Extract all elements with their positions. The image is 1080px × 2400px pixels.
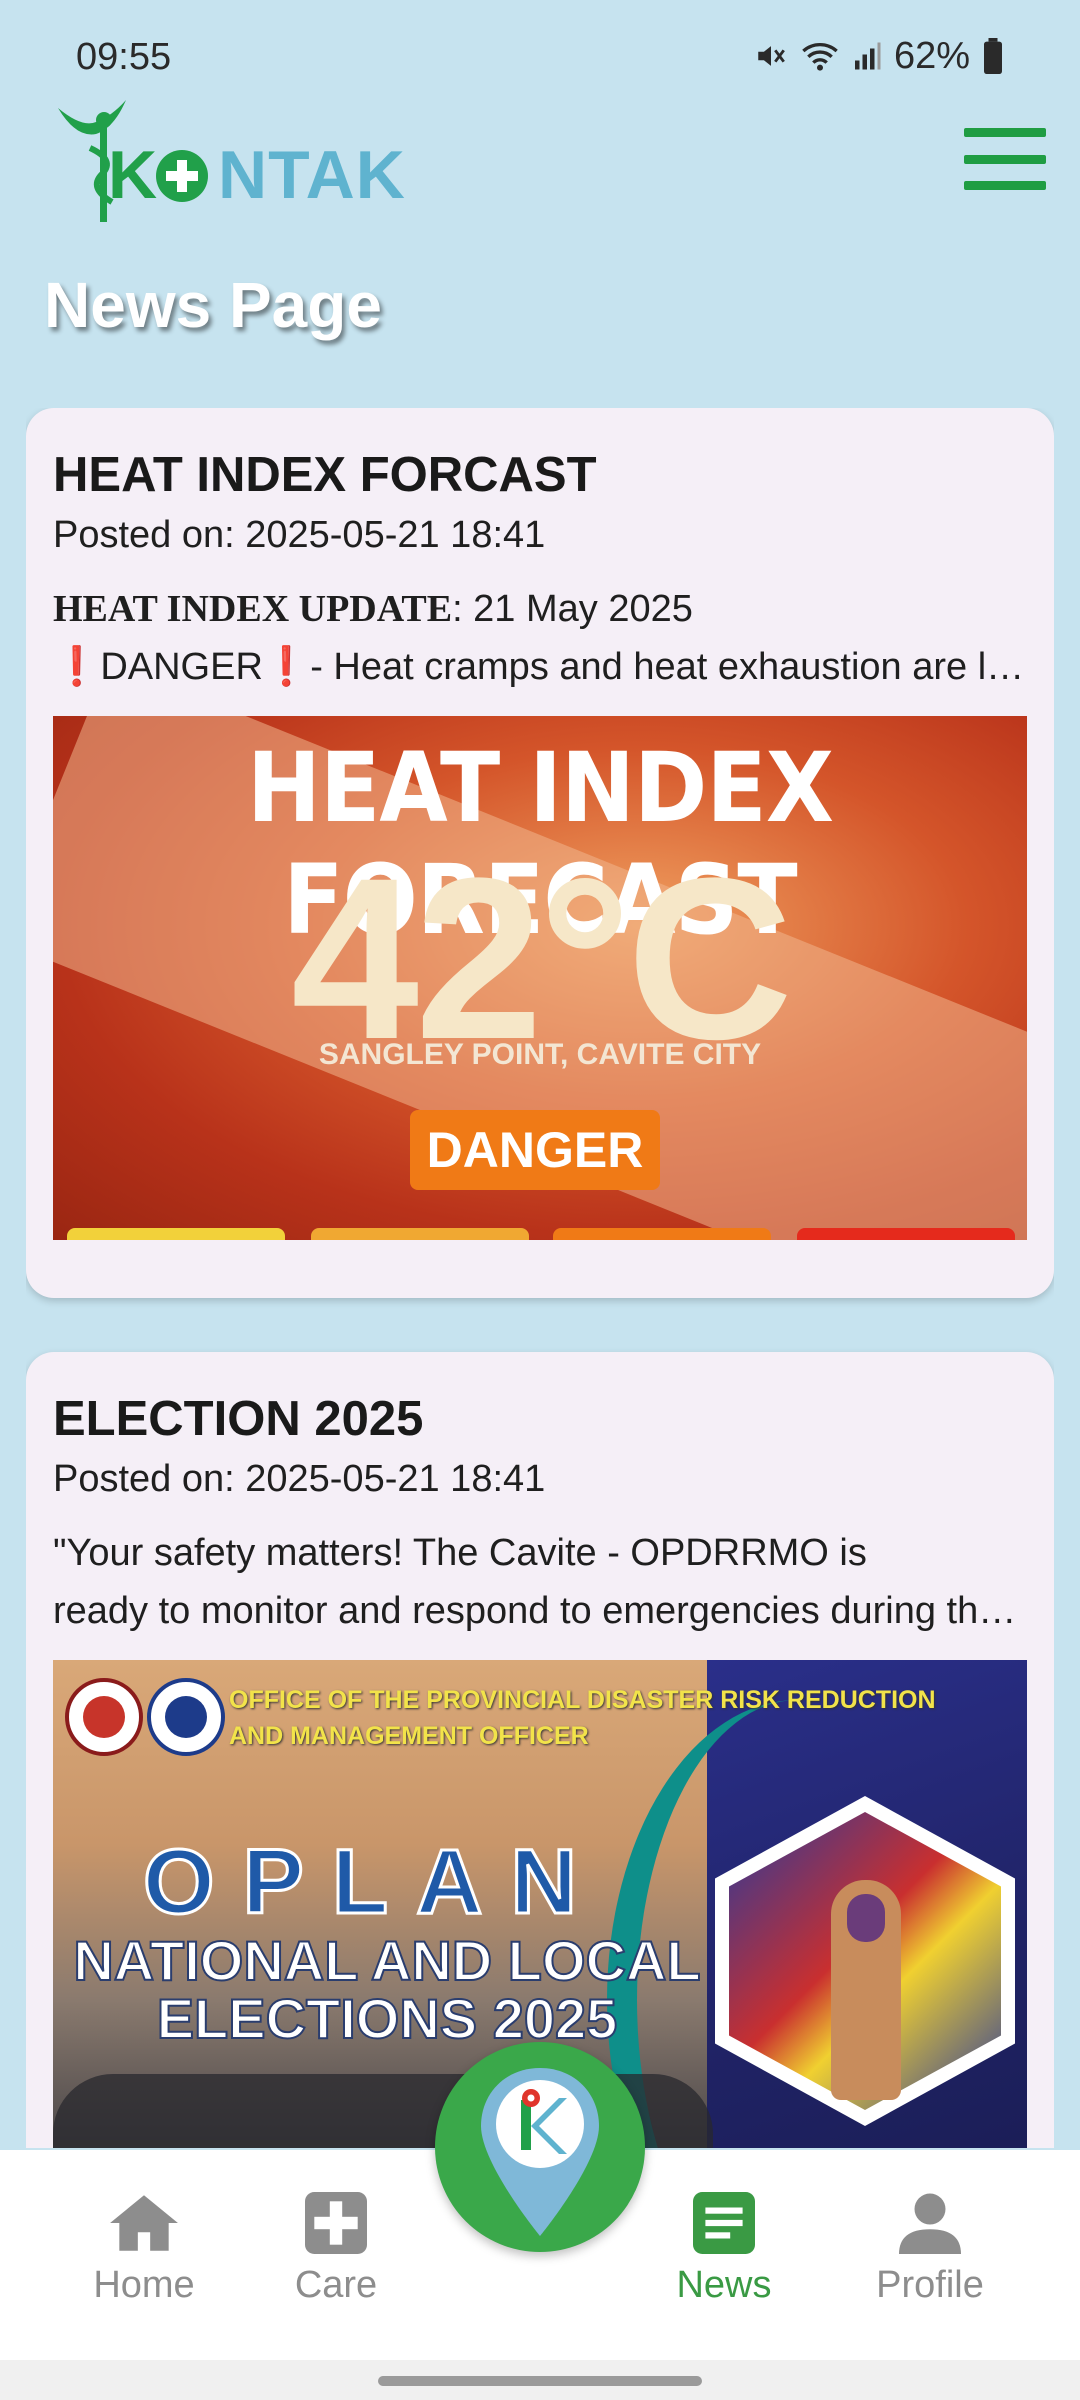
news-excerpt-line: HEAT INDEX UPDATE: 21 May 2025 xyxy=(53,580,1029,638)
status-time: 09:55 xyxy=(76,36,172,78)
image-danger-badge: DANGER xyxy=(410,1110,660,1190)
nav-care[interactable]: Care xyxy=(246,2192,426,2307)
news-excerpt: "Your safety matters! The Cavite - OPDRR… xyxy=(53,1524,1029,1640)
profile-icon xyxy=(899,2193,961,2254)
mute-icon xyxy=(754,39,788,73)
heat-scale-segment xyxy=(311,1228,529,1240)
ink-mark xyxy=(847,1894,885,1942)
hamburger-icon-line xyxy=(964,181,1046,190)
news-icon xyxy=(693,2192,755,2254)
news-card[interactable]: ELECTION 2025 Posted on: 2025-05-21 18:4… xyxy=(26,1352,1054,2148)
nav-label: Profile xyxy=(876,2264,984,2306)
news-excerpt-line: "Your safety matters! The Cavite - OPDRR… xyxy=(53,1532,867,1574)
news-excerpt-strong: HEAT INDEX UPDATE xyxy=(53,588,453,630)
battery-percent: 62% xyxy=(893,34,970,77)
location-pin-logo-icon xyxy=(481,2068,599,2236)
location-fab-button[interactable] xyxy=(435,2042,645,2252)
news-date: Posted on: 2025-05-21 18:41 xyxy=(53,514,546,556)
province-seal-icon xyxy=(65,1678,143,1756)
logo-text: NTAK xyxy=(218,137,406,213)
image-event-line: NATIONAL AND LOCAL xyxy=(72,1929,701,1992)
image-office-line: AND MANAGEMENT OFFICER xyxy=(229,1722,589,1750)
news-date: Posted on: 2025-05-21 18:41 xyxy=(53,1458,546,1500)
gesture-bar-area xyxy=(0,2360,1080,2400)
nav-label: News xyxy=(676,2264,772,2306)
image-office-text: OFFICE OF THE PROVINCIAL DISASTER RISK R… xyxy=(229,1682,936,1754)
heat-scale-segment xyxy=(67,1228,285,1240)
hamburger-icon-line xyxy=(964,154,1046,164)
image-event-line: ELECTIONS 2025 xyxy=(156,1987,619,2050)
image-oplan: OPLAN xyxy=(142,1830,605,1935)
heat-scale-segment xyxy=(553,1228,771,1240)
news-title: HEAT INDEX FORCAST xyxy=(53,448,597,502)
home-gesture-bar[interactable] xyxy=(378,2376,702,2386)
logo-k-mark: K xyxy=(108,137,158,213)
nav-label: Home xyxy=(93,2264,195,2306)
news-excerpt-line: ❗DANGER❗- Heat cramps and heat exhaustio… xyxy=(53,646,1029,688)
signal-icon xyxy=(852,40,882,72)
nav-label: Care xyxy=(294,2264,378,2306)
nav-profile[interactable]: Profile xyxy=(840,2192,1020,2307)
news-excerpt-date: : 21 May 2025 xyxy=(452,588,693,630)
image-office-line: OFFICE OF THE PROVINCIAL DISASTER RISK R… xyxy=(229,1686,936,1714)
nav-home[interactable]: Home xyxy=(54,2192,234,2307)
wifi-icon xyxy=(800,39,840,73)
battery-icon xyxy=(982,38,1004,74)
medical-cross-icon xyxy=(305,2192,367,2254)
news-title: ELECTION 2025 xyxy=(53,1392,424,1446)
hamburger-icon-line xyxy=(964,128,1046,137)
status-icons: 62% xyxy=(754,34,1004,78)
nav-news[interactable]: News xyxy=(634,2192,814,2307)
news-card[interactable]: HEAT INDEX FORCAST Posted on: 2025-05-21… xyxy=(26,408,1054,1298)
news-excerpt: HEAT INDEX UPDATE: 21 May 2025 ❗DANGER❗-… xyxy=(53,580,1029,696)
news-list[interactable]: HEAT INDEX FORCAST Posted on: 2025-05-21… xyxy=(26,408,1054,2148)
menu-button[interactable] xyxy=(964,128,1046,190)
home-icon xyxy=(110,2195,178,2251)
image-event-text: NATIONAL AND LOCAL ELECTIONS 2025 xyxy=(67,1929,707,2050)
news-image[interactable]: HEAT INDEX FORECAST 42°C SANGLEY POINT, … xyxy=(53,716,1027,1240)
logo-cross-icon xyxy=(156,150,208,202)
image-location: SANGLEY POINT, CAVITE CITY xyxy=(318,1038,762,1071)
page-title: News Page xyxy=(44,269,382,341)
app-logo: K NTAK xyxy=(52,98,405,228)
cavite-seal-icon xyxy=(147,1678,225,1756)
news-excerpt-line: ready to monitor and respond to emergenc… xyxy=(53,1590,1029,1632)
heat-scale-segment xyxy=(797,1228,1015,1240)
